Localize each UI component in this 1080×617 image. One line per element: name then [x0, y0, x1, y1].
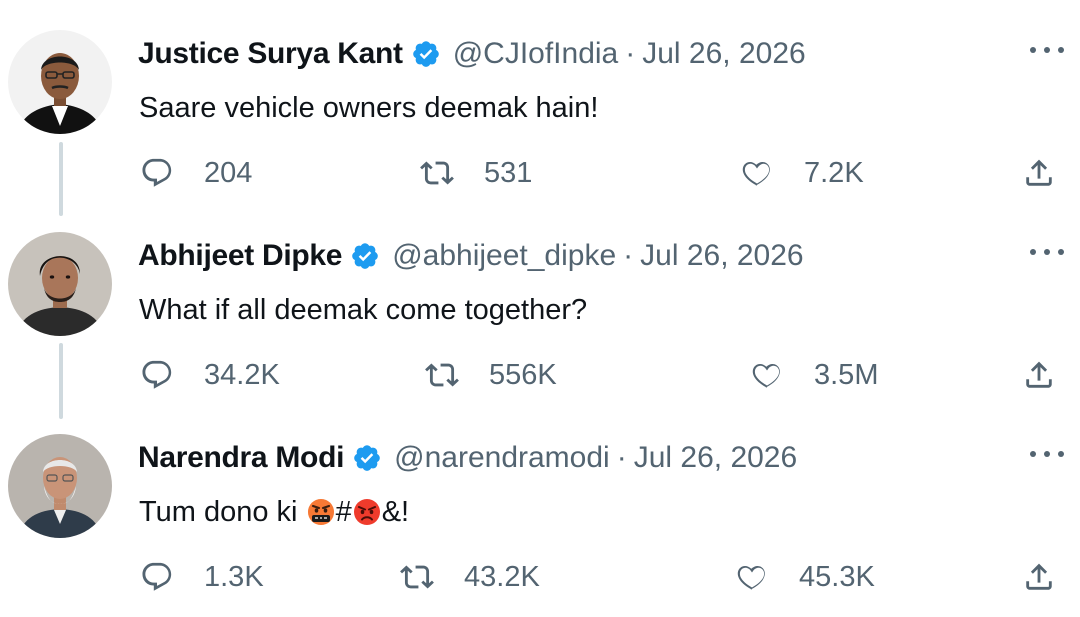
cursing-face-emoji-icon	[307, 498, 335, 526]
like-button[interactable]: 7.2K	[740, 155, 864, 191]
share-icon[interactable]	[1022, 357, 1056, 393]
display-name[interactable]: Narendra Modi	[138, 441, 344, 475]
like-button[interactable]: 3.5M	[750, 357, 878, 393]
like-count: 3.5M	[814, 358, 879, 391]
user-handle[interactable]: @abhijeet_dipke	[392, 239, 616, 273]
tweet-text: Tum dono ki # &!	[139, 492, 409, 532]
tweet-text-part: #	[335, 496, 352, 528]
tweet[interactable]: Justice Surya Kant @CJIofIndia · Jul 26,…	[0, 0, 1080, 205]
angry-face-emoji-icon	[353, 498, 381, 526]
reply-button[interactable]: 34.2K	[140, 357, 280, 393]
tweet-date[interactable]: Jul 26, 2026	[642, 37, 805, 71]
heart-icon	[740, 156, 774, 190]
more-icon[interactable]	[1030, 44, 1064, 56]
display-name[interactable]: Justice Surya Kant	[138, 37, 403, 71]
retweet-count: 43.2K	[464, 560, 540, 593]
verified-badge-icon	[352, 443, 382, 473]
display-name[interactable]: Abhijeet Dipke	[138, 239, 342, 273]
heart-icon	[750, 358, 784, 392]
tweet-date[interactable]: Jul 26, 2026	[634, 441, 797, 475]
tweet-text-part: Tum dono ki	[139, 496, 306, 528]
tweet-text-part: &!	[381, 496, 410, 528]
reply-icon	[140, 156, 174, 190]
share-icon[interactable]	[1022, 559, 1056, 595]
avatar[interactable]	[8, 232, 112, 336]
tweet-date[interactable]: Jul 26, 2026	[640, 239, 803, 273]
tweet[interactable]: Abhijeet Dipke @abhijeet_dipke · Jul 26,…	[0, 202, 1080, 407]
avatar[interactable]	[8, 30, 112, 134]
separator-dot: ·	[616, 441, 627, 474]
retweet-icon	[400, 560, 434, 594]
reply-button[interactable]: 1.3K	[140, 559, 264, 595]
like-button[interactable]: 45.3K	[735, 559, 875, 595]
separator-dot: ·	[625, 37, 636, 70]
reply-icon	[140, 560, 174, 594]
retweet-count: 556K	[489, 358, 557, 391]
reply-icon	[140, 358, 174, 392]
reply-button[interactable]: 204	[140, 155, 252, 191]
retweet-button[interactable]: 531	[420, 155, 532, 191]
reply-count: 1.3K	[204, 560, 264, 593]
reply-count: 204	[204, 156, 253, 189]
tweet-text: What if all deemak come together?	[139, 294, 588, 326]
retweet-button[interactable]: 556K	[425, 357, 557, 393]
like-count: 45.3K	[799, 560, 875, 593]
verified-badge-icon	[411, 39, 441, 69]
separator-dot: ·	[623, 239, 634, 272]
retweet-icon	[425, 358, 459, 392]
tweet-text: Saare vehicle owners deemak hain!	[139, 92, 599, 124]
retweet-button[interactable]: 43.2K	[400, 559, 540, 595]
share-icon[interactable]	[1022, 155, 1056, 191]
verified-badge-icon	[350, 241, 380, 271]
like-count: 7.2K	[804, 156, 864, 189]
reply-count: 34.2K	[204, 358, 280, 391]
user-handle[interactable]: @CJIofIndia	[453, 37, 619, 71]
user-handle[interactable]: @narendramodi	[394, 441, 610, 475]
retweet-icon	[420, 156, 454, 190]
heart-icon	[735, 560, 769, 594]
more-icon[interactable]	[1030, 246, 1064, 258]
avatar[interactable]	[8, 434, 112, 538]
more-icon[interactable]	[1030, 448, 1064, 460]
tweet[interactable]: Narendra Modi @narendramodi · Jul 26, 20…	[0, 404, 1080, 609]
retweet-count: 531	[484, 156, 533, 189]
